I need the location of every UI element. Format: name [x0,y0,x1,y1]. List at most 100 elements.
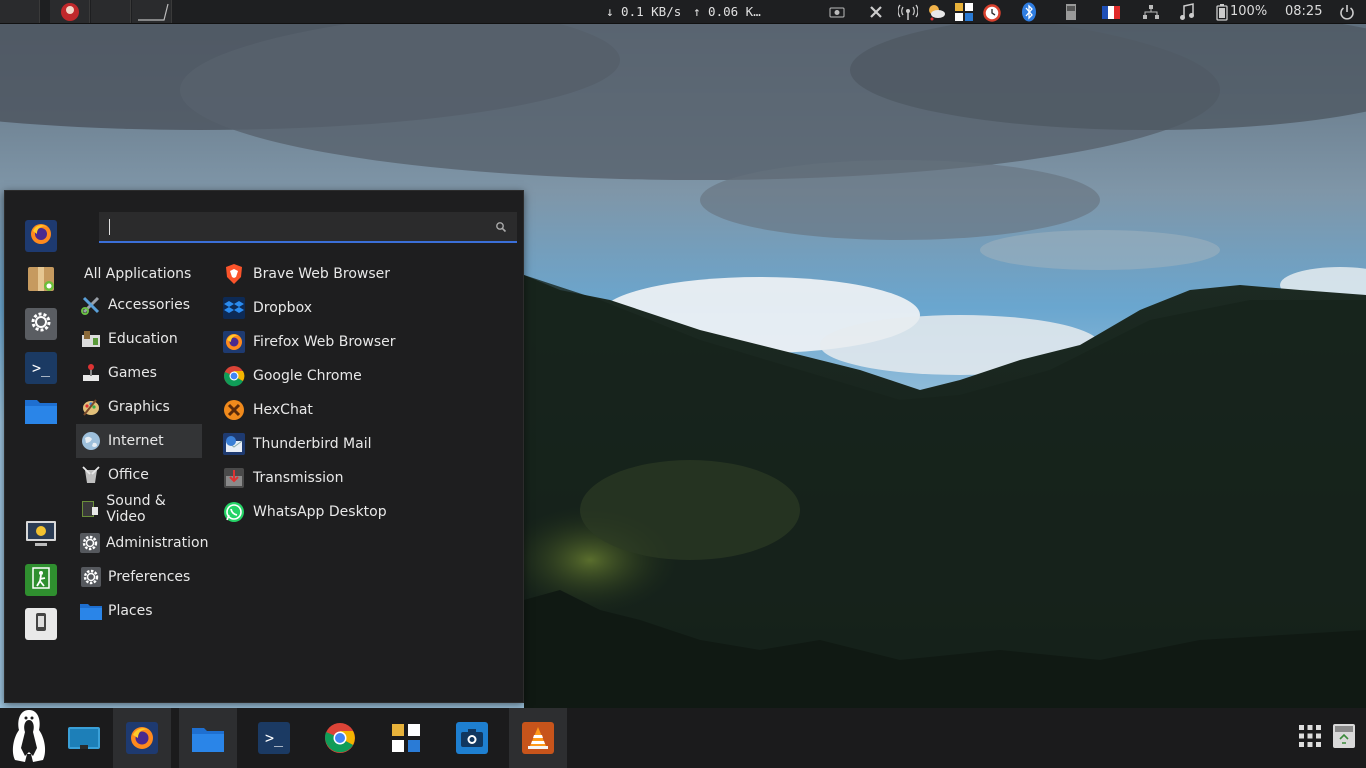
app-firefox[interactable]: Firefox Web Browser [219,325,396,359]
sound-video-icon [80,498,100,520]
taskbar-screenshot[interactable] [443,708,501,768]
app-google-chrome[interactable]: Google Chrome [219,359,362,393]
whatsapp-icon [223,501,245,523]
text-cursor [109,219,110,235]
terminal-icon: >_ [31,359,51,377]
category-all-applications[interactable]: All Applications [76,257,202,291]
app-grid-icon [1298,724,1322,752]
internet-globe-icon [80,430,102,452]
weather-icon[interactable] [926,2,946,22]
package-installer-icon [26,263,56,297]
taskbar-terminal[interactable]: >_ [245,708,303,768]
storage-icon[interactable] [1061,2,1081,22]
menu-penguin-icon [9,708,49,768]
trash-button[interactable] [1322,708,1366,768]
taskbar-firefox[interactable] [113,708,171,768]
games-icon [80,362,102,384]
favorite-screen-lock[interactable] [25,520,57,552]
category-education[interactable]: Education [76,322,202,356]
wifi-antenna-icon[interactable] [898,2,918,22]
category-administration[interactable]: Administration [76,526,208,560]
favorite-logout[interactable] [25,564,57,596]
firefox-icon [29,222,53,250]
battery-icon[interactable] [1212,2,1232,22]
category-games[interactable]: Games [76,356,202,390]
category-places[interactable]: Places [76,594,202,628]
search-box[interactable] [99,212,517,243]
ob-icon[interactable] [954,2,974,22]
app-whatsapp[interactable]: WhatsApp Desktop [219,495,387,529]
favorite-firefox[interactable] [25,220,57,252]
category-accessories[interactable]: Accessories [76,288,202,322]
category-graphics[interactable]: Graphics [76,390,202,424]
search-input[interactable] [107,216,487,238]
workspace-1-button[interactable] [0,0,40,23]
category-label: Games [108,365,157,381]
file-manager-icon [192,722,224,754]
firefox-icon [126,722,158,754]
category-label: Office [108,467,149,483]
category-label: Preferences [108,569,191,585]
trash-icon [1331,722,1357,754]
favorite-terminal[interactable]: >_ [25,352,57,384]
preferences-gear-icon [80,566,102,588]
settings-icon [29,310,53,338]
favorite-phone[interactable] [25,608,57,640]
app-dropbox[interactable]: Dropbox [219,291,312,325]
category-sound-video[interactable]: Sound & Video [76,492,202,526]
taskbar-ob[interactable] [377,708,435,768]
menu-button[interactable] [0,708,58,768]
alarm-clock-icon[interactable] [982,2,1002,22]
category-label: Administration [106,535,209,551]
app-hexchat[interactable]: HexChat [219,393,313,427]
category-label: Sound & Video [106,493,166,525]
power-icon[interactable] [1337,2,1357,22]
category-internet[interactable]: Internet [76,424,202,458]
office-icon [80,464,102,486]
close-x-icon[interactable] [866,2,886,22]
clock[interactable]: 08:25 [1285,4,1322,19]
hexchat-icon [223,399,245,421]
network-upload-speed: ↑ 0.06 K… [693,4,761,19]
chrome-icon [324,722,356,754]
places-folder-icon [80,600,102,622]
app-label: Transmission [253,470,344,486]
thunderbird-icon [223,433,245,455]
app-thunderbird[interactable]: Thunderbird Mail [219,427,372,461]
taskbar-show-desktop[interactable] [55,708,113,768]
category-label: Internet [108,433,164,449]
taskbar-file-manager[interactable] [179,708,237,768]
transmission-icon [223,467,245,489]
taskbar-vlc[interactable] [509,708,567,768]
workspace-2-button[interactable] [50,0,90,23]
cpu-graph-icon [138,3,169,21]
application-menu: >_ All Applications Accessories Educatio… [4,190,524,703]
camera-icon[interactable] [827,2,847,22]
app-transmission[interactable]: Transmission [219,461,343,495]
bluetooth-icon[interactable] [1019,2,1039,22]
firefox-icon [223,331,245,353]
workspace-4-button[interactable] [132,0,172,23]
workspace-3-button[interactable] [91,0,131,23]
screen-lock-icon [25,519,57,553]
graphics-icon [80,396,102,418]
taskbar-chrome[interactable] [311,708,369,768]
favorite-settings[interactable] [25,308,57,340]
music-note-icon[interactable] [1177,2,1197,22]
bottom-panel: >_ [0,708,1366,768]
category-label: Places [108,603,153,619]
network-icon[interactable] [1141,2,1161,22]
favorite-folder[interactable] [25,396,57,428]
accessories-icon [80,294,102,316]
app-brave[interactable]: Brave Web Browser [219,257,390,291]
search-icon[interactable] [495,221,507,233]
category-label: Graphics [108,399,170,415]
french-flag-icon[interactable] [1101,2,1121,22]
screenshot-camera-icon [456,722,488,754]
category-office[interactable]: Office [76,458,202,492]
favorite-package-installer[interactable] [25,264,57,296]
brave-icon [223,263,245,285]
show-desktop-icon [68,722,100,754]
category-preferences[interactable]: Preferences [76,560,202,594]
network-download-speed: ↓ 0.1 KB/s [606,4,682,19]
